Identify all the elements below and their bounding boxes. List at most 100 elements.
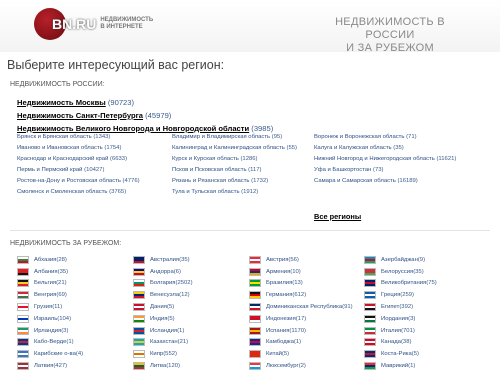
country-row: Исландия (1)	[133, 325, 193, 337]
country-link[interactable]: Абхазия	[34, 257, 56, 263]
country-flag-icon	[133, 326, 145, 335]
region-link[interactable]: Ростов-на-Дону и Ростовская область	[17, 178, 121, 184]
region-link[interactable]: Калининград и Калининградская область	[172, 145, 285, 151]
country-link[interactable]: Камбоджа	[266, 339, 294, 345]
country-link[interactable]: Болгария	[150, 280, 176, 286]
region-row: Тула и Тульская область (1912)	[172, 187, 297, 198]
country-flag-icon	[17, 326, 29, 335]
country-row: Китай (5)	[249, 348, 353, 360]
all-regions-link[interactable]: Все регионы	[314, 212, 361, 221]
region-link[interactable]: Курск и Курская область	[172, 156, 239, 162]
country-row: Албания (35)	[17, 266, 83, 278]
country-link[interactable]: Грузия	[34, 304, 52, 310]
site-logo[interactable]: BN.RU недвижимость в интернете	[34, 8, 158, 40]
country-link[interactable]: Андорра	[150, 269, 174, 275]
main-region-row: Недвижимость Санкт-Петербурга (45979)	[17, 109, 273, 122]
countries-column-3: Австрия (56) Армения (10) Бразилия (13) Гер…	[249, 254, 353, 372]
country-row: Литва (120)	[133, 360, 193, 372]
country-link[interactable]: Австрия	[266, 257, 288, 263]
region-link[interactable]: Иваново и Ивановская область	[17, 145, 103, 151]
region-link[interactable]: Брянск и Брянская область	[17, 134, 92, 140]
country-link[interactable]: Карибские о-ва	[34, 351, 76, 357]
region-link[interactable]: Смоленск и Смоленская область	[17, 189, 108, 195]
country-row: Индия (5)	[133, 313, 193, 325]
country-link[interactable]: Австралия	[150, 257, 179, 263]
region-count: (1286)	[240, 156, 258, 162]
country-link[interactable]: Египет	[381, 304, 399, 310]
country-count: (1)	[177, 327, 185, 334]
region-link[interactable]: Воронеж и Воронежская область	[314, 134, 404, 140]
region-link[interactable]: Уфа и Башкортостан	[314, 167, 371, 173]
country-link[interactable]: Исландия	[150, 328, 177, 334]
region-link[interactable]: Владимир и Владимирская область	[172, 134, 270, 140]
country-link[interactable]: Индонезия	[266, 316, 296, 322]
country-link[interactable]: Кабо-Верде	[34, 339, 66, 345]
country-link[interactable]: Кипр	[150, 351, 163, 357]
country-link[interactable]: Армения	[266, 269, 290, 275]
country-count: (2502)	[175, 280, 193, 287]
country-count: (1)	[408, 363, 416, 370]
country-count: (3)	[61, 327, 69, 334]
country-link[interactable]: Индия	[150, 316, 167, 322]
countries-column-4: Азербайджан (9) Белоруссия (35) Великобрит…	[364, 254, 437, 372]
region-link[interactable]: Тула и Тульская область	[172, 189, 240, 195]
region-row: Владимир и Владимирская область (95)	[172, 132, 297, 143]
country-count: (612)	[292, 292, 307, 299]
country-link[interactable]: Китай	[266, 351, 282, 357]
country-link[interactable]: Латвия	[34, 363, 53, 369]
country-link[interactable]: Венгрия	[34, 292, 56, 298]
region-count: (1343)	[93, 134, 111, 140]
country-link[interactable]: Люксембург	[266, 363, 299, 369]
country-link[interactable]: Казахстан	[150, 339, 178, 345]
country-link[interactable]: Маврикий	[381, 363, 408, 369]
country-link[interactable]: Бразилия	[266, 280, 292, 286]
country-link[interactable]: Дания	[150, 304, 167, 310]
site-title-line-1: НЕДВИЖИМОСТЬ В РОССИИ	[335, 16, 445, 41]
country-link[interactable]: Великобритания	[381, 280, 426, 286]
main-region-link[interactable]: Недвижимость Москвы	[17, 98, 106, 107]
country-flag-icon	[364, 338, 376, 347]
country-link[interactable]: Германия	[266, 292, 292, 298]
country-row: Белоруссия (35)	[364, 266, 437, 278]
region-row: Смоленск и Смоленская область (3765)	[17, 187, 140, 198]
russia-regions-column-2: Владимир и Владимирская область (95) Кали…	[172, 132, 297, 198]
country-flag-icon	[364, 255, 376, 264]
country-row: Коста-Рика (5)	[364, 348, 437, 360]
country-row: Кипр (552)	[133, 348, 193, 360]
country-count: (56)	[288, 256, 299, 263]
country-row: Венгрия (69)	[17, 289, 83, 301]
country-flag-icon	[249, 279, 261, 288]
country-link[interactable]: Ирландия	[34, 328, 61, 334]
country-link[interactable]: Италия	[381, 328, 401, 334]
abroad-section-heading: НЕДВИЖИМОСТЬ ЗА РУБЕЖОМ:	[10, 240, 122, 247]
region-link[interactable]: Краснодар и Краснодарский край	[17, 156, 108, 162]
country-link[interactable]: Доминиканская Республика	[266, 304, 342, 310]
region-link[interactable]: Самара и Самарская область	[314, 178, 396, 184]
region-link[interactable]: Калуга и Калужская область	[314, 145, 392, 151]
country-link[interactable]: Албания	[34, 269, 58, 275]
countries-column-2: Австралия (35) Андорра (6) Болгария (2502)…	[133, 254, 193, 372]
country-link[interactable]: Азербайджан	[381, 257, 418, 263]
country-link[interactable]: Иордания	[381, 316, 408, 322]
country-link[interactable]: Литва	[150, 363, 166, 369]
region-count: (4776)	[122, 178, 140, 184]
main-region-link[interactable]: Недвижимость Санкт-Петербурга	[17, 111, 143, 120]
region-link[interactable]: Нижний Новгород и Нижегородская область	[314, 156, 435, 162]
country-flag-icon	[364, 314, 376, 323]
country-link[interactable]: Бельгия	[34, 280, 56, 286]
country-link[interactable]: Испания	[266, 328, 289, 334]
country-count: (3)	[408, 315, 416, 322]
country-flag-icon	[364, 267, 376, 276]
country-row: Абхазия (28)	[17, 254, 83, 266]
region-link[interactable]: Пермь и Пермский край	[17, 167, 82, 173]
region-link[interactable]: Рязань и Рязанская область	[172, 178, 250, 184]
country-link[interactable]: Канада	[381, 339, 401, 345]
region-link[interactable]: Псков и Псковская область	[172, 167, 247, 173]
country-link[interactable]: Венесуэла	[150, 292, 179, 298]
country-link[interactable]: Греция	[381, 292, 400, 298]
country-link[interactable]: Израиль	[34, 316, 57, 322]
region-row: Пермь и Пермский край (10427)	[17, 165, 140, 176]
country-link[interactable]: Коста-Рика	[381, 351, 412, 357]
region-row: Воронеж и Воронежская область (71)	[314, 132, 456, 143]
country-link[interactable]: Белоруссия	[381, 269, 413, 275]
